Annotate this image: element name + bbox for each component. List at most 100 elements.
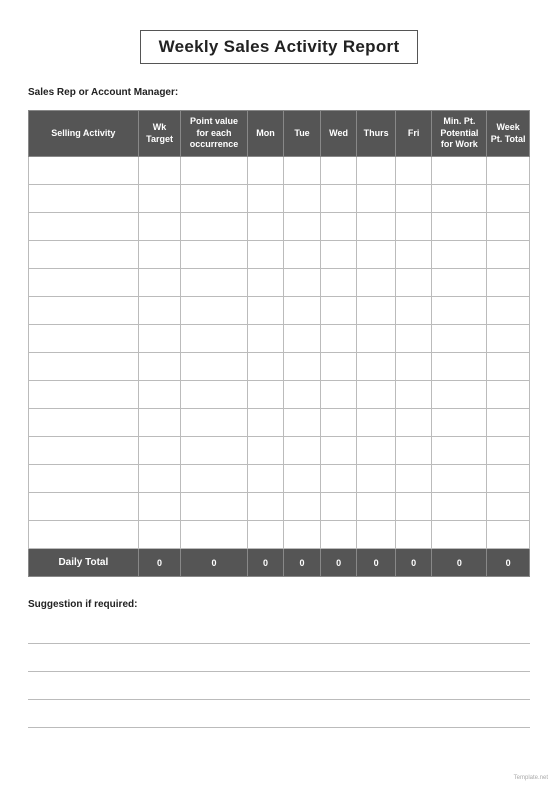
suggestion-section: Suggestion if required: — [28, 599, 530, 728]
table-cell — [29, 241, 139, 269]
watermark: Template.net — [514, 775, 548, 781]
table-cell — [487, 185, 530, 213]
table-cell — [247, 465, 284, 493]
table-cell — [181, 269, 247, 297]
table-cell — [138, 325, 181, 353]
table-cell — [395, 493, 432, 521]
table-header-row: Selling Activity Wk Target Point value f… — [29, 111, 530, 157]
daily-total-value: 0 — [284, 549, 321, 577]
table-cell — [284, 185, 321, 213]
table-cell — [29, 185, 139, 213]
table-cell — [487, 157, 530, 185]
table-cell — [357, 157, 396, 185]
table-row — [29, 241, 530, 269]
table-cell — [320, 213, 357, 241]
table-cell — [357, 325, 396, 353]
table-cell — [29, 409, 139, 437]
table-cell — [138, 465, 181, 493]
daily-total-value: 0 — [357, 549, 396, 577]
table-cell — [320, 157, 357, 185]
daily-total-value: 0 — [247, 549, 284, 577]
table-cell — [487, 493, 530, 521]
table-cell — [487, 269, 530, 297]
table-cell — [432, 185, 487, 213]
table-cell — [395, 297, 432, 325]
th-wk-target: Wk Target — [138, 111, 181, 157]
table-cell — [432, 437, 487, 465]
table-cell — [395, 353, 432, 381]
table-cell — [138, 157, 181, 185]
table-cell — [138, 185, 181, 213]
table-cell — [181, 465, 247, 493]
table-cell — [29, 437, 139, 465]
daily-total-value: 0 — [487, 549, 530, 577]
table-cell — [432, 493, 487, 521]
table-cell — [395, 409, 432, 437]
table-cell — [284, 465, 321, 493]
table-cell — [247, 157, 284, 185]
table-cell — [181, 213, 247, 241]
table-cell — [395, 241, 432, 269]
table-cell — [181, 437, 247, 465]
th-point-value: Point value for each occurrence — [181, 111, 247, 157]
table-cell — [247, 297, 284, 325]
table-cell — [181, 353, 247, 381]
table-cell — [395, 437, 432, 465]
table-cell — [395, 381, 432, 409]
daily-total-value: 0 — [138, 549, 181, 577]
table-cell — [395, 465, 432, 493]
table-cell — [357, 493, 396, 521]
table-cell — [432, 269, 487, 297]
table-cell — [432, 465, 487, 493]
table-cell — [395, 213, 432, 241]
table-cell — [29, 381, 139, 409]
table-cell — [357, 213, 396, 241]
table-cell — [432, 213, 487, 241]
suggestion-line-3 — [28, 680, 530, 700]
table-cell — [247, 185, 284, 213]
table-cell — [487, 213, 530, 241]
table-cell — [247, 353, 284, 381]
table-cell — [432, 409, 487, 437]
table-cell — [284, 381, 321, 409]
table-cell — [138, 241, 181, 269]
table-cell — [284, 409, 321, 437]
table-cell — [357, 381, 396, 409]
total-row: Daily Total000000000 — [29, 549, 530, 577]
th-tue: Tue — [284, 111, 321, 157]
page: Weekly Sales Activity Report Sales Rep o… — [0, 0, 558, 789]
table-cell — [320, 269, 357, 297]
table-row — [29, 353, 530, 381]
table-cell — [487, 325, 530, 353]
table-cell — [181, 297, 247, 325]
table-row — [29, 437, 530, 465]
table-row — [29, 521, 530, 549]
table-cell — [357, 269, 396, 297]
table-row — [29, 381, 530, 409]
table-cell — [432, 325, 487, 353]
table-cell — [320, 493, 357, 521]
table-cell — [395, 325, 432, 353]
th-selling-activity: Selling Activity — [29, 111, 139, 157]
table-cell — [395, 157, 432, 185]
table-cell — [29, 213, 139, 241]
suggestion-label: Suggestion if required: — [28, 599, 530, 610]
th-wed: Wed — [320, 111, 357, 157]
table-row — [29, 213, 530, 241]
table-row — [29, 409, 530, 437]
th-fri: Fri — [395, 111, 432, 157]
title-wrapper: Weekly Sales Activity Report — [28, 30, 530, 64]
table-cell — [320, 381, 357, 409]
table-cell — [395, 521, 432, 549]
table-row — [29, 157, 530, 185]
table-cell — [487, 409, 530, 437]
table-cell — [138, 213, 181, 241]
table-cell — [320, 437, 357, 465]
table-row — [29, 297, 530, 325]
table-cell — [29, 521, 139, 549]
table-cell — [487, 353, 530, 381]
table-cell — [357, 185, 396, 213]
table-cell — [357, 241, 396, 269]
table-cell — [29, 493, 139, 521]
table-cell — [432, 297, 487, 325]
